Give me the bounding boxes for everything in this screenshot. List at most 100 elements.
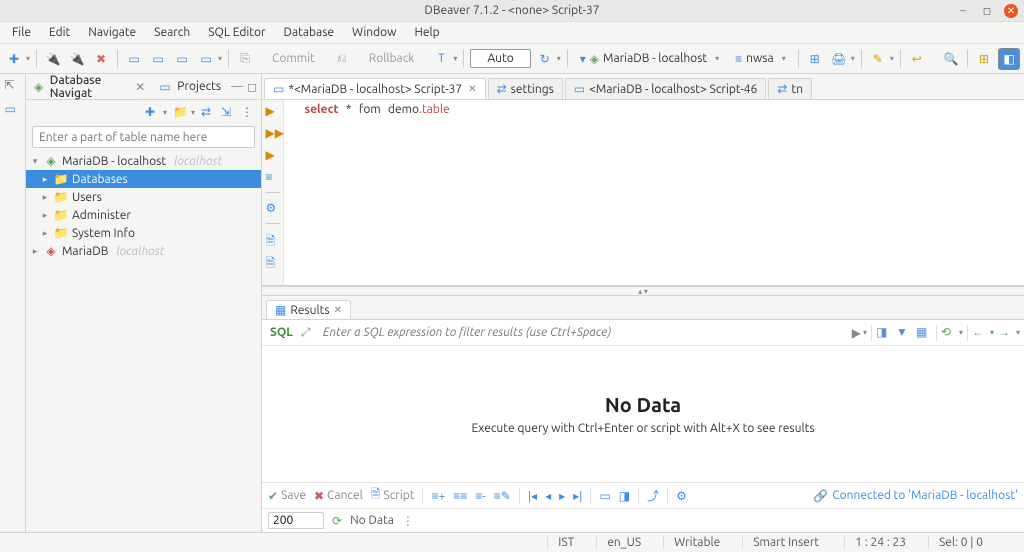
nav-filter-input[interactable] xyxy=(32,126,255,148)
save-icon[interactable]: 🗎 xyxy=(266,232,280,246)
editor-tab-script37[interactable]: ▭*<MariaDB - localhost> Script-37✕ xyxy=(264,78,486,99)
txn-mode-icon[interactable]: T xyxy=(431,49,451,69)
del-row-icon[interactable]: ≡- xyxy=(475,489,485,503)
tree-connection-mariadb[interactable]: ▸◈ MariaDB localhost xyxy=(26,242,261,260)
commit-icon[interactable]: ⎘ xyxy=(235,49,255,69)
next-query-icon[interactable]: → xyxy=(998,325,1014,341)
save-results-button[interactable]: ✔Save xyxy=(268,489,306,503)
maximize-button[interactable]: ◻ xyxy=(980,4,994,18)
next-page-icon[interactable]: ▸ xyxy=(559,489,565,503)
rail-outline-icon[interactable]: ⇱ xyxy=(5,78,21,94)
connection-selector[interactable]: ▾◈MariaDB - localhost▾ xyxy=(574,50,725,68)
filter-history-icon[interactable]: ▾ xyxy=(863,328,867,337)
link-editor-icon[interactable]: ⇄ xyxy=(201,105,215,119)
prev-page-icon[interactable]: ◂ xyxy=(545,489,551,503)
export-icon[interactable]: ⤴ xyxy=(647,487,659,504)
edit-icon[interactable]: ✎ xyxy=(868,49,888,69)
config-icon[interactable]: ▦ xyxy=(916,325,932,341)
menu-navigate[interactable]: Navigate xyxy=(80,24,144,41)
tree-hint: localhost xyxy=(116,245,164,258)
minimize-icon[interactable]: — xyxy=(231,80,243,94)
editor-tab-settings[interactable]: ⇄settings xyxy=(488,78,563,99)
menu-search[interactable]: Search xyxy=(146,24,198,41)
search-toolbar-icon[interactable]: 🔍 xyxy=(941,49,961,69)
revert-icon[interactable]: ↩ xyxy=(907,49,927,69)
last-page-icon[interactable]: ▸| xyxy=(573,489,582,503)
load-icon[interactable]: 🗎 xyxy=(266,254,280,268)
close-icon[interactable]: ✕ xyxy=(468,83,476,95)
first-page-icon[interactable]: |◂ xyxy=(528,489,537,503)
menu-window[interactable]: Window xyxy=(344,24,404,41)
sql-console-icon[interactable]: ▭ xyxy=(148,49,168,69)
menu-help[interactable]: Help xyxy=(407,24,448,41)
minimize-button[interactable]: – xyxy=(956,4,970,18)
expand-filter-icon[interactable]: ⤢ xyxy=(301,326,315,340)
close-icon[interactable]: ✕ xyxy=(334,304,342,316)
new-connection-icon[interactable]: ✚ xyxy=(4,49,24,69)
fetch-size-input[interactable] xyxy=(268,512,324,529)
connect-icon[interactable]: 🔌 xyxy=(43,49,63,69)
tree-connection-mariadb-localhost[interactable]: ▾◈ MariaDB - localhost localhost xyxy=(26,152,261,170)
print-icon[interactable]: 🖨 xyxy=(829,49,849,69)
disconnect-all-icon[interactable]: ✖ xyxy=(91,49,111,69)
results-filter-input[interactable] xyxy=(319,324,848,341)
settings-icon[interactable]: ⚙ xyxy=(266,201,280,215)
menu-sql-editor[interactable]: SQL Editor xyxy=(200,24,273,41)
open-sql-icon[interactable]: ▭ xyxy=(196,49,216,69)
editor-splitter[interactable]: ▴ ▾ xyxy=(262,286,1024,296)
commit-button[interactable]: Commit xyxy=(259,48,328,69)
connection-status[interactable]: 🔗Connected to 'MariaDB - localhost' xyxy=(813,489,1018,503)
editor-tab-script46[interactable]: ▭<MariaDB - localhost> Script-46 xyxy=(565,78,767,99)
dbeaver-perspective-icon[interactable]: ◧ xyxy=(998,48,1020,70)
sql-editor-icon[interactable]: ▭ xyxy=(124,49,144,69)
database-selector[interactable]: ≡nwsa▾ xyxy=(729,50,792,68)
status-bar: IST en_US Writable Smart Insert 1 : 24 :… xyxy=(0,532,1024,552)
tree-administer[interactable]: ▸📁 Administer xyxy=(26,206,261,224)
results-settings-icon[interactable]: ⚙ xyxy=(676,489,687,503)
recent-sql-icon[interactable]: ▭ xyxy=(172,49,192,69)
rollback-button[interactable]: Rollback xyxy=(356,48,428,69)
cancel-results-button[interactable]: ✖Cancel xyxy=(314,489,363,503)
auto-commit-button[interactable]: Auto xyxy=(470,49,530,68)
collapse-all-icon[interactable]: ⇲ xyxy=(221,105,235,119)
er-diagram-icon[interactable]: ⊞ xyxy=(805,49,825,69)
apply-filter-icon[interactable]: ▶ xyxy=(852,326,861,340)
rail-bookmark-icon[interactable]: ▭ xyxy=(5,102,21,118)
tree-databases[interactable]: ▸📁 Databases xyxy=(26,170,261,188)
new-folder-icon[interactable]: 📁 xyxy=(173,105,187,119)
filters-icon[interactable]: ▼ xyxy=(896,325,912,341)
perspective-icon[interactable]: ⊞ xyxy=(974,49,994,69)
execute-statement-icon[interactable]: ▶ xyxy=(266,104,280,118)
rotate-icon[interactable]: ⟲ xyxy=(941,325,957,341)
tree-system-info[interactable]: ▸📁 System Info xyxy=(26,224,261,242)
rollback-icon[interactable]: ⎌ xyxy=(332,49,352,69)
maximize-icon[interactable]: ◻ xyxy=(247,80,257,94)
tree-users[interactable]: ▸📁 Users xyxy=(26,188,261,206)
results-tab[interactable]: ▦Results✕ xyxy=(266,300,351,319)
tab-database-navigator[interactable]: ◈ Database Navigat ✕ xyxy=(30,74,149,102)
dup-row-icon[interactable]: ≡≡ xyxy=(453,489,467,503)
tab-close-icon[interactable]: ✕ xyxy=(135,80,145,94)
refresh-nav-icon[interactable]: ⋮ xyxy=(241,105,255,119)
menu-edit[interactable]: Edit xyxy=(41,24,78,41)
script-button[interactable]: 🗎Script xyxy=(371,485,415,506)
editor-tab-tn[interactable]: ⇄tn xyxy=(768,78,812,99)
tab-projects[interactable]: ▭ Projects xyxy=(155,78,225,96)
disconnect-icon[interactable]: 🔌 xyxy=(67,49,87,69)
menu-database[interactable]: Database xyxy=(276,24,343,41)
panels-icon[interactable]: ◨ xyxy=(876,325,892,341)
sql-code-editor[interactable]: select * fom demo.table xyxy=(284,100,1024,285)
execute-script-icon[interactable]: ▶▶ xyxy=(266,126,280,140)
txn-log-icon[interactable]: ↻ xyxy=(535,49,555,69)
menu-file[interactable]: File xyxy=(4,24,39,41)
edit-row-icon[interactable]: ≡✎ xyxy=(494,489,511,503)
explain-plan-icon[interactable]: ≡ xyxy=(266,170,280,184)
refresh-results-icon[interactable]: ⟳ xyxy=(332,514,342,528)
close-button[interactable]: ✕ xyxy=(1004,4,1018,18)
add-row-icon[interactable]: ≡+ xyxy=(431,489,445,503)
panels-toggle-icon[interactable]: ◨ xyxy=(619,489,630,503)
prev-query-icon[interactable]: ← xyxy=(972,325,988,341)
new-connection-nav-icon[interactable]: ✚ xyxy=(145,105,159,119)
record-mode-icon[interactable]: ▭ xyxy=(599,489,610,503)
execute-new-tab-icon[interactable]: ▶ xyxy=(266,148,280,162)
